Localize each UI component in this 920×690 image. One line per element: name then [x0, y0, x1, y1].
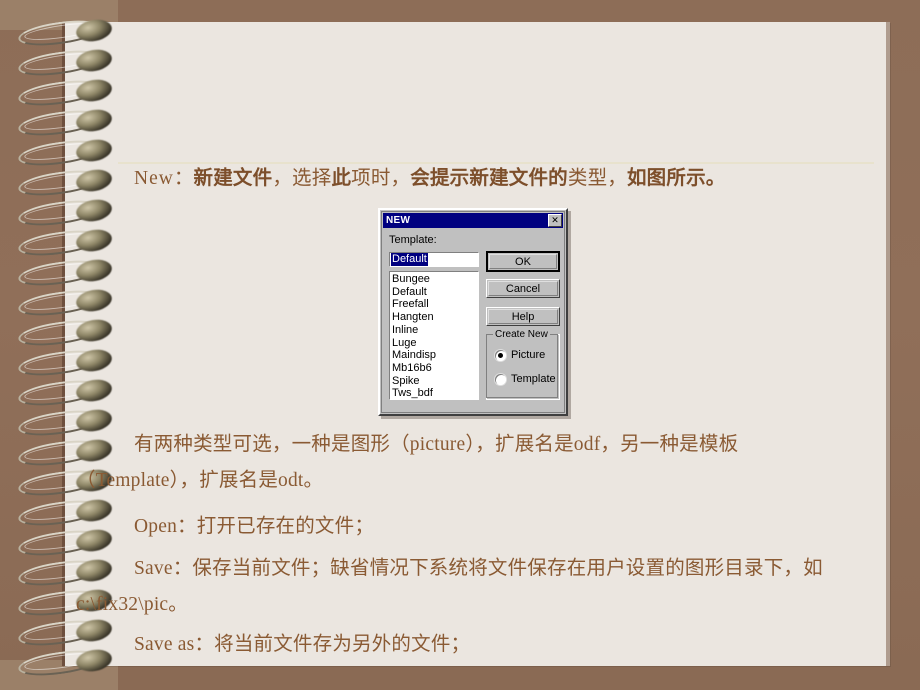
list-item[interactable]: Spike: [392, 375, 476, 388]
new-bold-1: 新建文件: [193, 168, 273, 189]
template-label: Template:: [389, 234, 437, 246]
groupbox-inner-border: [486, 334, 558, 398]
list-item[interactable]: Tws_bdf: [392, 387, 476, 399]
list-item[interactable]: Mb16b6: [392, 362, 476, 375]
list-item[interactable]: Bungee: [392, 273, 476, 286]
template-listbox[interactable]: Bungee Default Freefall Hangten Inline Luge Ma…: [389, 271, 479, 400]
create-new-groupbox: Create New Picture Template: [486, 329, 560, 400]
paragraph-open: Open：打开已存在的文件；: [134, 516, 375, 537]
radio-option-template[interactable]: Template: [495, 373, 556, 385]
help-button-label: Help: [511, 310, 535, 323]
radio-label-picture: Picture: [511, 349, 546, 361]
list-item[interactable]: Luge: [392, 337, 476, 350]
close-icon[interactable]: ✕: [548, 214, 562, 227]
paragraph-types-line2: （Template），扩展名是odt。: [76, 470, 324, 491]
new-bold-2: 此: [331, 168, 352, 189]
radio-icon-template[interactable]: [495, 373, 506, 385]
template-name-input[interactable]: Default: [389, 252, 479, 267]
dialog-titlebar[interactable]: NEW ✕: [383, 213, 563, 228]
paragraph-save-as: Save as：将当前文件存为另外的文件；: [134, 634, 471, 655]
cancel-button-label: Cancel: [505, 282, 541, 295]
paragraph-save-line1: Save：保存当前文件；缺省情况下系统将文件保存在用户设置的图形目录下，如: [134, 558, 823, 579]
new-bold-3: 会提示新建文件的: [410, 168, 568, 189]
list-item[interactable]: Inline: [392, 324, 476, 337]
paragraph-save-line2: c:\fix32\pic。: [76, 594, 188, 615]
slide-canvas: New：新建文件，选择此项时，会提示新建文件的类型，如图所示。 有两种类型可选，…: [0, 0, 920, 690]
template-name-value: Default: [391, 253, 428, 266]
radio-label-template: Template: [511, 373, 556, 385]
paragraph-new: New：新建文件，选择此项时，会提示新建文件的类型，如图所示。: [134, 166, 726, 192]
list-item[interactable]: Freefall: [392, 298, 476, 311]
new-latin-label: New: [134, 168, 174, 189]
help-button[interactable]: Help: [486, 307, 560, 326]
cancel-button[interactable]: Cancel: [486, 279, 560, 298]
list-item[interactable]: Hangten: [392, 311, 476, 324]
list-item[interactable]: Maindisp: [392, 349, 476, 362]
new-reg-2: 项时，: [351, 168, 411, 189]
radio-option-picture[interactable]: Picture: [495, 349, 545, 361]
paragraph-types-line1: 有两种类型可选，一种是图形（picture），扩展名是odf，另一种是模板: [134, 434, 739, 455]
ok-button[interactable]: OK: [486, 251, 560, 272]
new-reg-3: 类型，: [567, 168, 627, 189]
radio-icon-picture[interactable]: [495, 349, 506, 361]
ok-button-label: OK: [515, 255, 531, 268]
new-colon: ：: [173, 168, 194, 189]
new-bold-4: 如图所示。: [626, 168, 726, 189]
new-dialog: NEW ✕ Template: Default Bungee Default Fre…: [378, 208, 568, 416]
list-item[interactable]: Default: [392, 286, 476, 299]
dialog-title: NEW: [386, 215, 411, 226]
new-reg-1: ，选择: [272, 168, 332, 189]
create-new-label: Create New: [493, 329, 550, 340]
